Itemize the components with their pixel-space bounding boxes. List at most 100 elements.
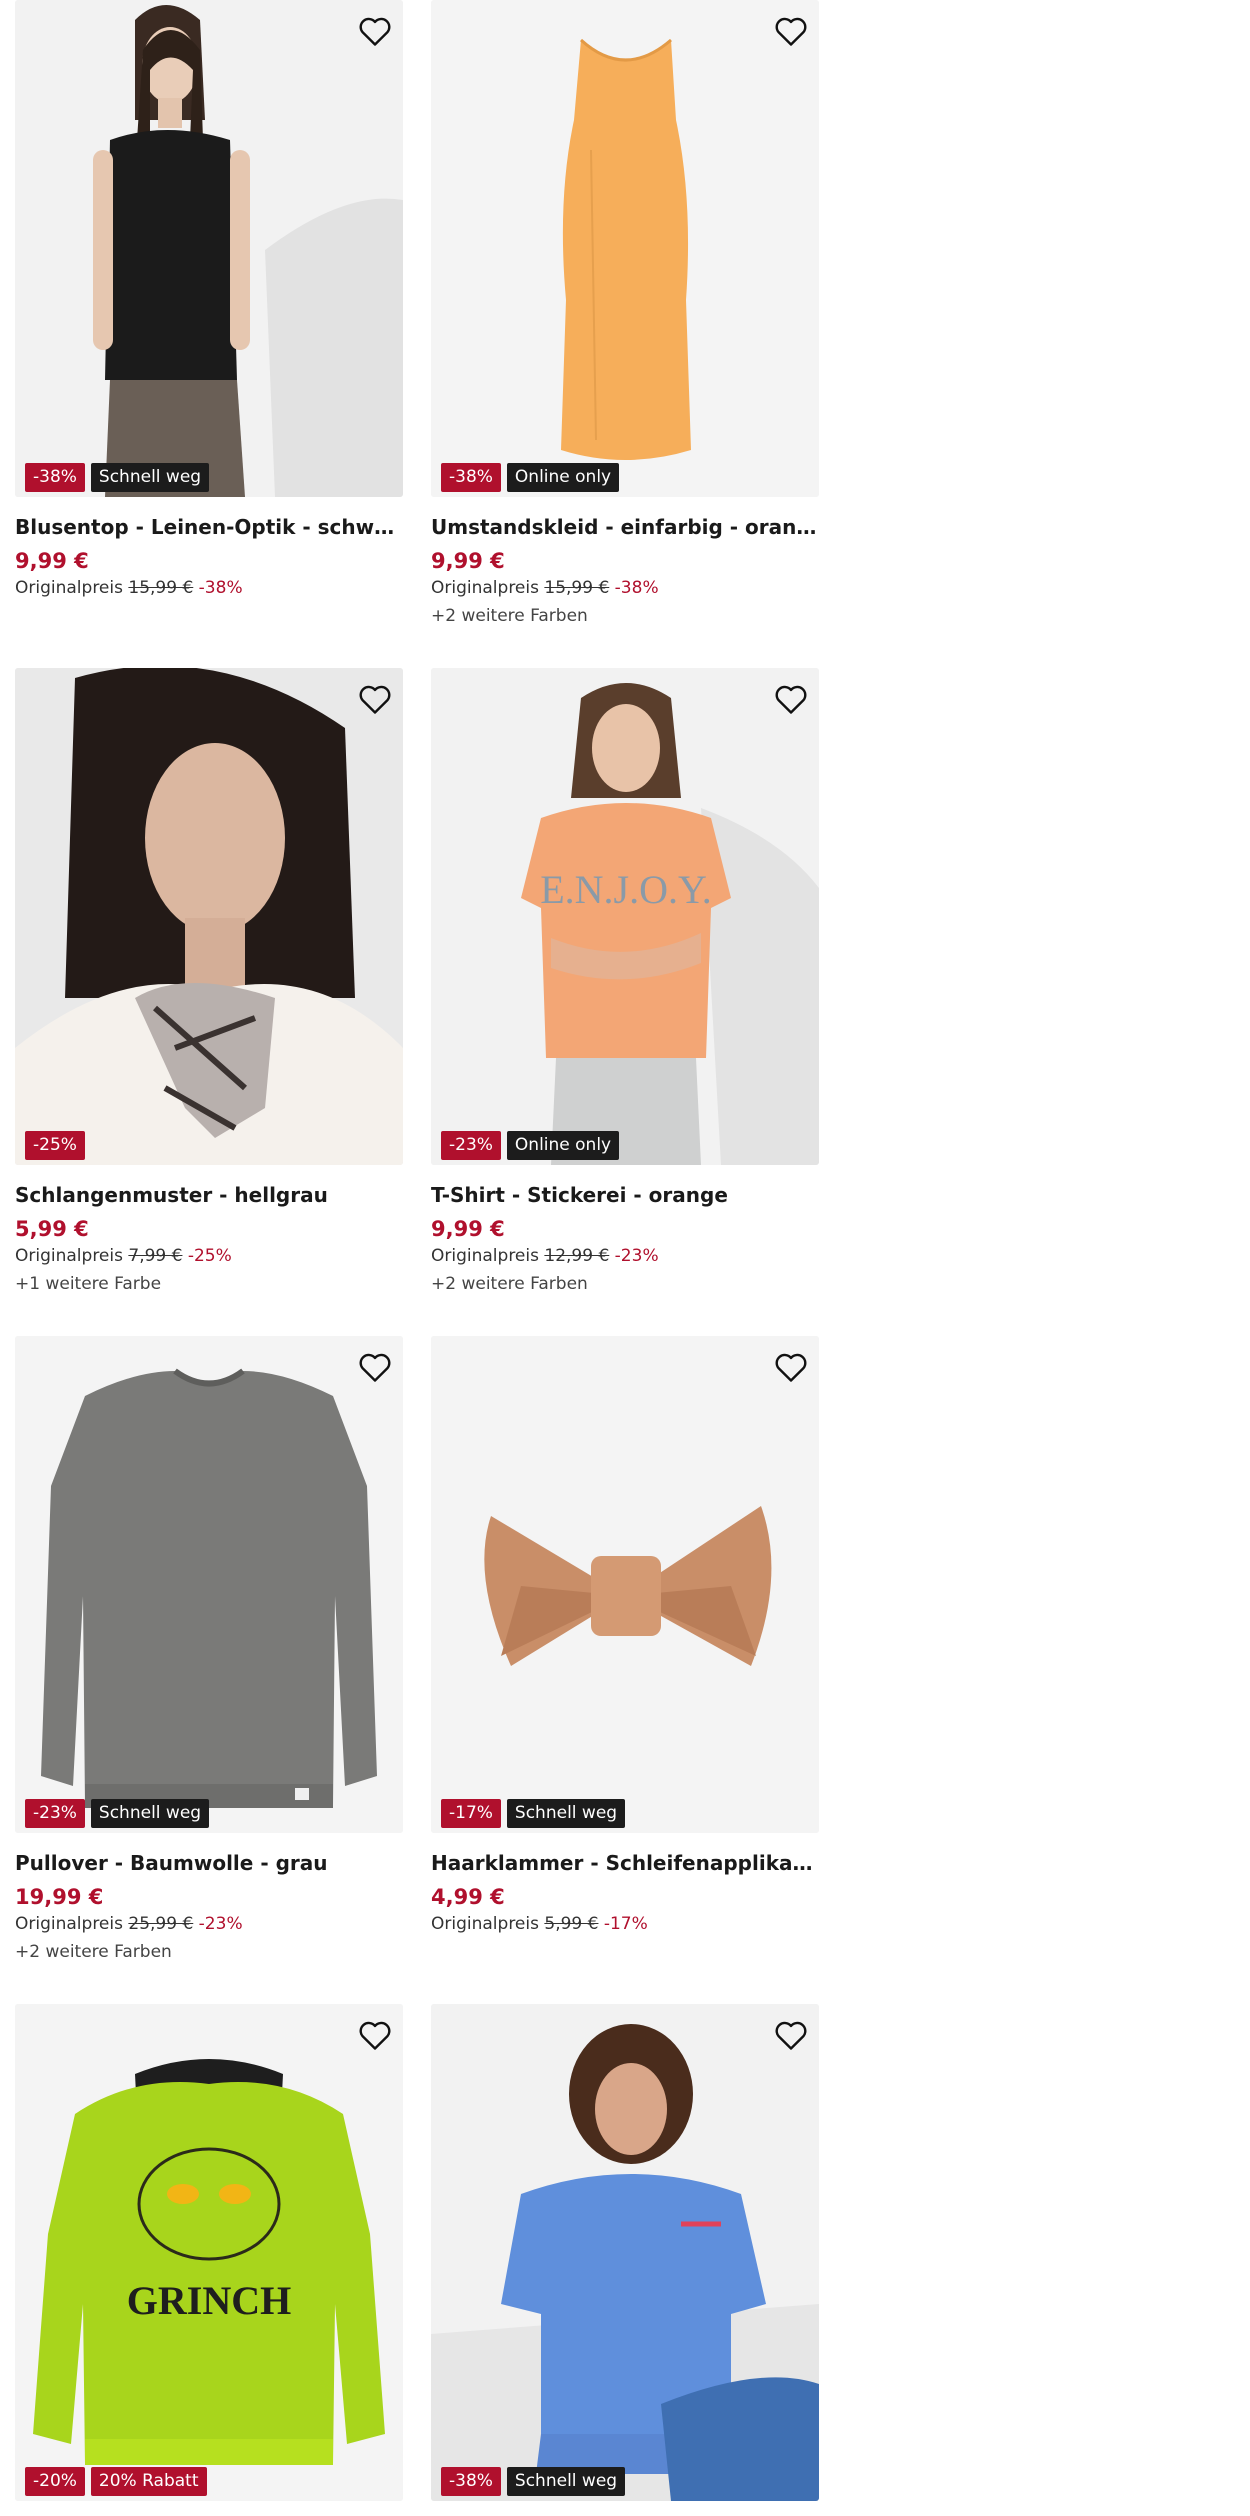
badge-group: -38% Schnell weg	[441, 2467, 626, 2496]
more-colors-link[interactable]: +1 weitere Farbe	[15, 1274, 403, 1294]
badge-group: -17% Schnell weg	[441, 1799, 626, 1828]
status-badge: Schnell weg	[506, 2467, 626, 2496]
original-price: 15,99 €	[544, 578, 610, 598]
discount-percent: -17%	[603, 1914, 648, 1934]
more-colors-link[interactable]: +2 weitere Farben	[431, 1274, 819, 1294]
badge-group: -23% Schnell weg	[25, 1799, 210, 1828]
original-price-label: Originalpreis	[431, 578, 539, 598]
hair-bow-clip-image	[431, 1336, 819, 1833]
product-title[interactable]: Pullover - Baumwolle - grau	[15, 1851, 403, 1875]
more-colors-link[interactable]: +2 weitere Farben	[431, 606, 819, 626]
status-badge: Schnell weg	[506, 1799, 626, 1828]
product-price: 9,99 €	[431, 549, 505, 573]
product-image[interactable]: -38% Schnell weg	[15, 0, 403, 497]
product-image[interactable]: -38% Online only	[431, 0, 819, 497]
discount-badge: -38%	[441, 463, 501, 492]
product-image[interactable]: -17% Schnell weg	[431, 1336, 819, 1833]
heart-outline-icon	[775, 17, 807, 46]
discount-badge: -17%	[441, 1799, 501, 1828]
discount-badge: -38%	[25, 463, 85, 492]
favorite-button[interactable]	[773, 2018, 809, 2052]
heart-outline-icon	[359, 17, 391, 46]
woman-snake-scarf-image	[15, 668, 403, 1165]
status-badge: Schnell weg	[90, 463, 210, 492]
woman-black-blouse-image	[15, 0, 403, 497]
heart-outline-icon	[775, 1353, 807, 1382]
original-price-line: Originalpreis 7,99 € -25%	[15, 1246, 403, 1266]
discount-percent: -23%	[614, 1246, 659, 1266]
product-card[interactable]: -38% Schnell weg	[431, 2004, 819, 2501]
product-image[interactable]: E.N.J.O.Y. -23% Online only	[431, 668, 819, 1165]
original-price-label: Originalpreis	[431, 1246, 539, 1266]
product-image[interactable]: -25%	[15, 668, 403, 1165]
original-price: 5,99 €	[544, 1914, 599, 1934]
product-card[interactable]: GRINCH -20% 20% Rabatt	[15, 2004, 403, 2501]
original-price-line: Originalpreis 15,99 € -38%	[431, 578, 819, 598]
status-badge: Online only	[506, 463, 620, 492]
discount-percent: -23%	[198, 1914, 243, 1934]
original-price-label: Originalpreis	[15, 578, 123, 598]
heart-outline-icon	[775, 2021, 807, 2050]
original-price-line: Originalpreis 15,99 € -38%	[15, 578, 403, 598]
status-badge: Schnell weg	[90, 1799, 210, 1828]
product-card[interactable]: -25% Schlangenmuster - hellgrau 5,99 € O…	[15, 668, 403, 1294]
heart-outline-icon	[359, 685, 391, 714]
status-badge: Online only	[506, 1131, 620, 1160]
discount-badge: -23%	[25, 1799, 85, 1828]
product-image[interactable]: GRINCH -20% 20% Rabatt	[15, 2004, 403, 2501]
original-price-label: Originalpreis	[15, 1246, 123, 1266]
woman-orange-tshirt-image: E.N.J.O.Y.	[431, 668, 819, 1165]
original-price-line: Originalpreis 5,99 € -17%	[431, 1914, 819, 1934]
product-price: 5,99 €	[15, 1217, 89, 1241]
grey-sweater-image	[15, 1336, 403, 1833]
hoodie-print-text: GRINCH	[127, 2278, 291, 2323]
original-price: 12,99 €	[544, 1246, 610, 1266]
favorite-button[interactable]	[773, 682, 809, 716]
product-card[interactable]: -38% Online only Umstandskleid - einfarb…	[431, 0, 819, 626]
original-price-label: Originalpreis	[431, 1914, 539, 1934]
discount-percent: -38%	[198, 578, 243, 598]
discount-percent: -38%	[614, 578, 659, 598]
product-price: 4,99 €	[431, 1885, 505, 1909]
product-title[interactable]: Blusentop - Leinen-Optik - schwarz	[15, 515, 403, 539]
product-title[interactable]: Haarklammer - Schleifenapplikation - bra…	[431, 1851, 819, 1875]
original-price: 15,99 €	[128, 578, 194, 598]
favorite-button[interactable]	[357, 682, 393, 716]
product-image[interactable]: -23% Schnell weg	[15, 1336, 403, 1833]
heart-outline-icon	[359, 2021, 391, 2050]
favorite-button[interactable]	[773, 1350, 809, 1384]
woman-blue-tshirt-image	[431, 2004, 819, 2501]
original-price-line: Originalpreis 12,99 € -23%	[431, 1246, 819, 1266]
product-card[interactable]: -17% Schnell weg Haarklammer - Schleifen…	[431, 1336, 819, 1934]
favorite-button[interactable]	[357, 14, 393, 48]
heart-outline-icon	[775, 685, 807, 714]
original-price: 7,99 €	[128, 1246, 183, 1266]
more-colors-link[interactable]: +2 weitere Farben	[15, 1942, 403, 1962]
tshirt-print-text: E.N.J.O.Y.	[540, 867, 712, 912]
product-title[interactable]: Schlangenmuster - hellgrau	[15, 1183, 403, 1207]
discount-badge: -20%	[25, 2467, 85, 2496]
badge-group: -23% Online only	[441, 1131, 620, 1160]
badge-group: -20% 20% Rabatt	[25, 2467, 207, 2496]
product-image[interactable]: -38% Schnell weg	[431, 2004, 819, 2501]
favorite-button[interactable]	[357, 2018, 393, 2052]
badge-group: -38% Online only	[441, 463, 620, 492]
original-price-line: Originalpreis 25,99 € -23%	[15, 1914, 403, 1934]
badge-group: -25%	[25, 1131, 85, 1160]
product-card[interactable]: -38% Schnell weg Blusentop - Leinen-Opti…	[15, 0, 403, 598]
product-price: 9,99 €	[431, 1217, 505, 1241]
product-card[interactable]: -23% Schnell weg Pullover - Baumwolle - …	[15, 1336, 403, 1962]
original-price: 25,99 €	[128, 1914, 194, 1934]
discount-badge: -23%	[441, 1131, 501, 1160]
product-title[interactable]: T-Shirt - Stickerei - orange	[431, 1183, 819, 1207]
product-price: 19,99 €	[15, 1885, 104, 1909]
product-title[interactable]: Umstandskleid - einfarbig - orange	[431, 515, 819, 539]
favorite-button[interactable]	[773, 14, 809, 48]
product-price: 9,99 €	[15, 549, 89, 573]
grinch-hoodie-image: GRINCH	[15, 2004, 403, 2501]
discount-percent: -25%	[187, 1246, 232, 1266]
product-card[interactable]: E.N.J.O.Y. -23% Online only T-Shirt - St…	[431, 668, 819, 1294]
favorite-button[interactable]	[357, 1350, 393, 1384]
discount-badge: -25%	[25, 1131, 85, 1160]
orange-dress-image	[431, 0, 819, 497]
